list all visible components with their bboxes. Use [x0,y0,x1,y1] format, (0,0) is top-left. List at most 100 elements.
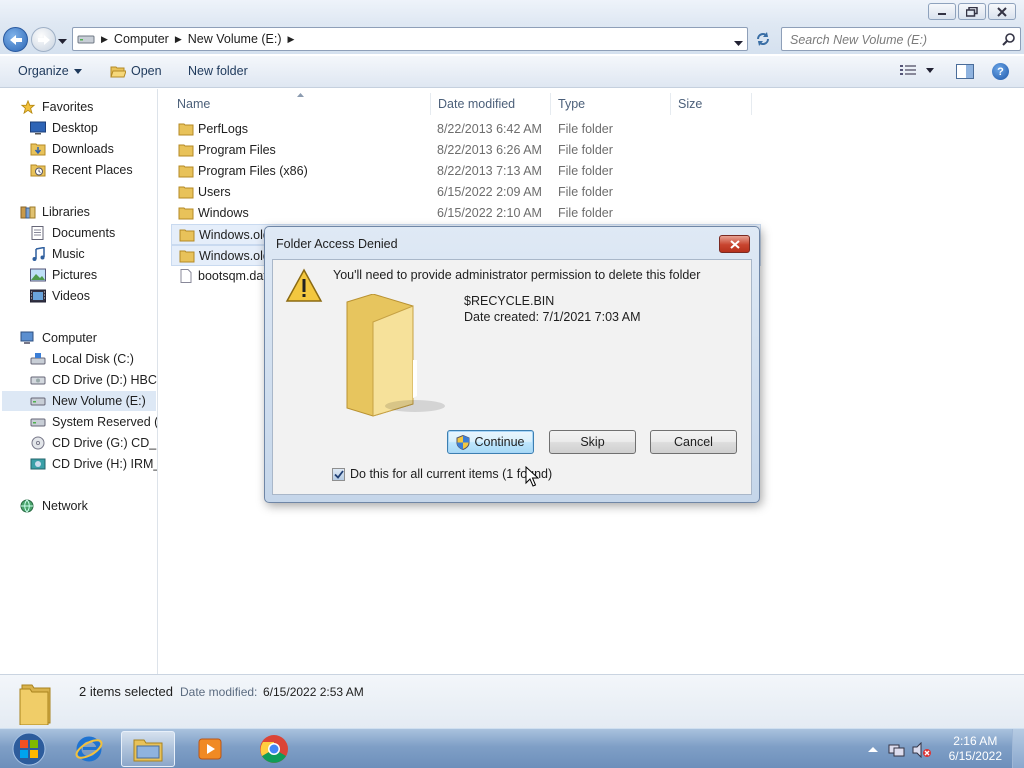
search-icon[interactable] [1002,32,1016,49]
nav-libraries-label: Libraries [42,205,90,219]
nav-documents[interactable]: Documents [30,223,115,243]
volume-muted-icon[interactable] [912,742,932,758]
file-name: Users [198,185,231,199]
network-icon [20,499,34,513]
column-header-name[interactable]: Name [171,93,431,115]
column-header-size[interactable]: Size [672,93,752,115]
preview-pane-icon [956,64,974,79]
skip-button[interactable]: Skip [549,430,636,454]
folder-icon [178,165,194,178]
taskbar-chrome[interactable] [247,731,301,767]
file-row[interactable]: PerfLogs 8/22/2013 6:42 AM File folder [171,119,761,140]
cd-disc-icon [31,436,45,450]
folder-icon [178,186,194,199]
nav-recent-places[interactable]: Recent Places [30,160,133,180]
file-type: File folder [558,206,613,220]
organize-button[interactable]: Organize [18,64,82,78]
network-tray-icon[interactable] [888,742,906,758]
clock[interactable]: 2:16 AM 6/15/2022 [949,734,1002,764]
nav-desktop[interactable]: Desktop [30,118,98,138]
change-view-button[interactable] [900,64,934,76]
window-title-bar [0,0,1024,24]
help-button[interactable]: ? [992,63,1009,80]
back-button[interactable] [3,27,28,52]
command-bar: Organize Open New folder ? [0,56,1024,88]
search-box[interactable]: Search New Volume (E:) [781,27,1021,51]
drive-icon [30,418,46,427]
nav-cd-drive-d[interactable]: CD Drive (D:) HBCD_ [30,370,157,390]
breadcrumb-separator[interactable]: ▶ [286,34,297,45]
folder-icon [178,144,194,157]
nav-music[interactable]: Music [30,244,85,264]
nav-computer[interactable]: Computer [20,328,97,348]
drive-icon [73,28,99,50]
recent-pages-dropdown[interactable] [58,34,67,48]
nav-network[interactable]: Network [20,496,88,516]
nav-cd-drive-g-label: CD Drive (G:) CD_RO [52,436,157,450]
star-icon [20,100,36,114]
dialog-title: Folder Access Denied [276,237,398,251]
clock-time: 2:16 AM [953,734,998,748]
file-name: PerfLogs [198,122,249,136]
music-icon [32,247,45,261]
navigation-pane: Favorites Desktop Downloads Recent Place… [0,89,158,674]
preview-pane-button[interactable] [956,64,974,82]
nav-pictures[interactable]: Pictures [30,265,97,285]
drive-icon [30,397,46,406]
column-date-label: Date modified [438,97,516,111]
new-folder-button[interactable]: New folder [188,64,248,78]
nav-downloads[interactable]: Downloads [30,139,114,159]
nav-recent-places-label: Recent Places [52,163,133,177]
file-row[interactable]: Program Files (x86) 8/22/2013 7:13 AM Fi… [171,161,761,182]
refresh-button[interactable] [752,28,774,50]
forward-button[interactable] [31,27,56,52]
minimize-button[interactable] [928,3,956,20]
cancel-button[interactable]: Cancel [650,430,737,454]
file-row[interactable]: Program Files 8/22/2013 6:26 AM File fol… [171,140,761,161]
taskbar-media-player[interactable] [183,731,237,767]
nav-favorites[interactable]: Favorites [20,97,93,117]
show-desktop-button[interactable] [1012,729,1024,768]
file-name: Program Files [198,143,276,157]
taskbar-windows-explorer[interactable] [121,731,175,767]
arrow-left-icon [9,34,22,45]
column-header-date-modified[interactable]: Date modified [432,93,551,115]
column-size-label: Size [678,97,703,111]
dialog-close-button[interactable] [719,235,750,253]
column-name-label: Name [177,97,211,111]
chevron-down-icon [58,39,67,44]
file-row[interactable]: Windows 6/15/2022 2:10 AM File folder [171,203,761,224]
nav-local-disk-label: Local Disk (C:) [52,352,134,366]
close-button[interactable] [988,3,1016,20]
breadcrumb-separator[interactable]: ▶ [99,34,110,45]
close-icon [729,239,740,249]
apply-to-all-checkbox[interactable] [332,467,345,481]
nav-cd-drive-g[interactable]: CD Drive (G:) CD_RO [30,433,157,453]
file-row[interactable]: Users 6/15/2022 2:09 AM File folder [171,182,761,203]
continue-button[interactable]: Continue [447,430,534,454]
show-hidden-icons-icon[interactable] [868,746,878,754]
search-input[interactable]: Search New Volume (E:) [790,33,927,47]
taskbar-internet-explorer[interactable] [62,731,116,767]
breadcrumb-new-volume[interactable]: New Volume (E:) [184,28,286,50]
checkmark-icon [333,469,344,479]
nav-system-reserved-f[interactable]: System Reserved (F:) [30,412,157,432]
nav-music-label: Music [52,247,85,261]
column-header-type[interactable]: Type [552,93,671,115]
start-button[interactable] [2,731,56,767]
apply-to-all-option[interactable]: Do this for all current items (1 found) [332,467,552,481]
dialog-body: You'll need to provide administrator per… [272,259,752,495]
nav-videos[interactable]: Videos [30,286,90,306]
nav-new-volume-e[interactable]: New Volume (E:) [2,391,156,411]
nav-local-disk-c[interactable]: Local Disk (C:) [30,349,134,369]
nav-libraries[interactable]: Libraries [20,202,90,222]
address-bar[interactable]: ▶ Computer ▶ New Volume (E:) ▶ [72,27,748,51]
breadcrumb-computer[interactable]: Computer [110,28,173,50]
restore-button[interactable] [958,3,986,20]
cd-drive-icon [30,376,46,385]
dialog-message: You'll need to provide administrator per… [333,268,701,282]
breadcrumb-separator[interactable]: ▶ [173,34,184,45]
open-button[interactable]: Open [110,64,162,78]
nav-cd-drive-h[interactable]: CD Drive (H:) IRM_SI [30,454,157,474]
address-dropdown[interactable] [734,36,743,50]
